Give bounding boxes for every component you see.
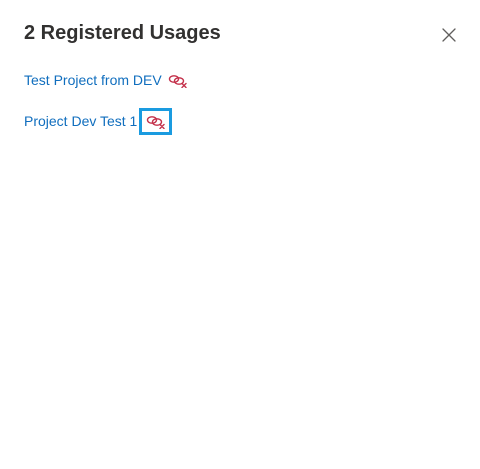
unlink-button[interactable]: [139, 107, 173, 135]
usage-item: Project Dev Test 1: [24, 107, 190, 135]
usage-item: Test Project from DEV: [24, 66, 190, 94]
unlink-button[interactable]: [166, 69, 190, 91]
unlink-icon: [146, 116, 165, 129]
unlink-icon: [168, 75, 187, 88]
close-icon: [442, 28, 456, 42]
registered-usages-panel: 2 Registered Usages Test Project from DE…: [0, 0, 480, 469]
usage-link[interactable]: Project Dev Test 1: [24, 111, 137, 131]
panel-title: 2 Registered Usages: [24, 22, 221, 44]
usage-link[interactable]: Test Project from DEV: [24, 70, 162, 90]
usage-list: Test Project from DEV Project Dev Test 1: [24, 66, 190, 148]
close-button[interactable]: [438, 24, 460, 46]
